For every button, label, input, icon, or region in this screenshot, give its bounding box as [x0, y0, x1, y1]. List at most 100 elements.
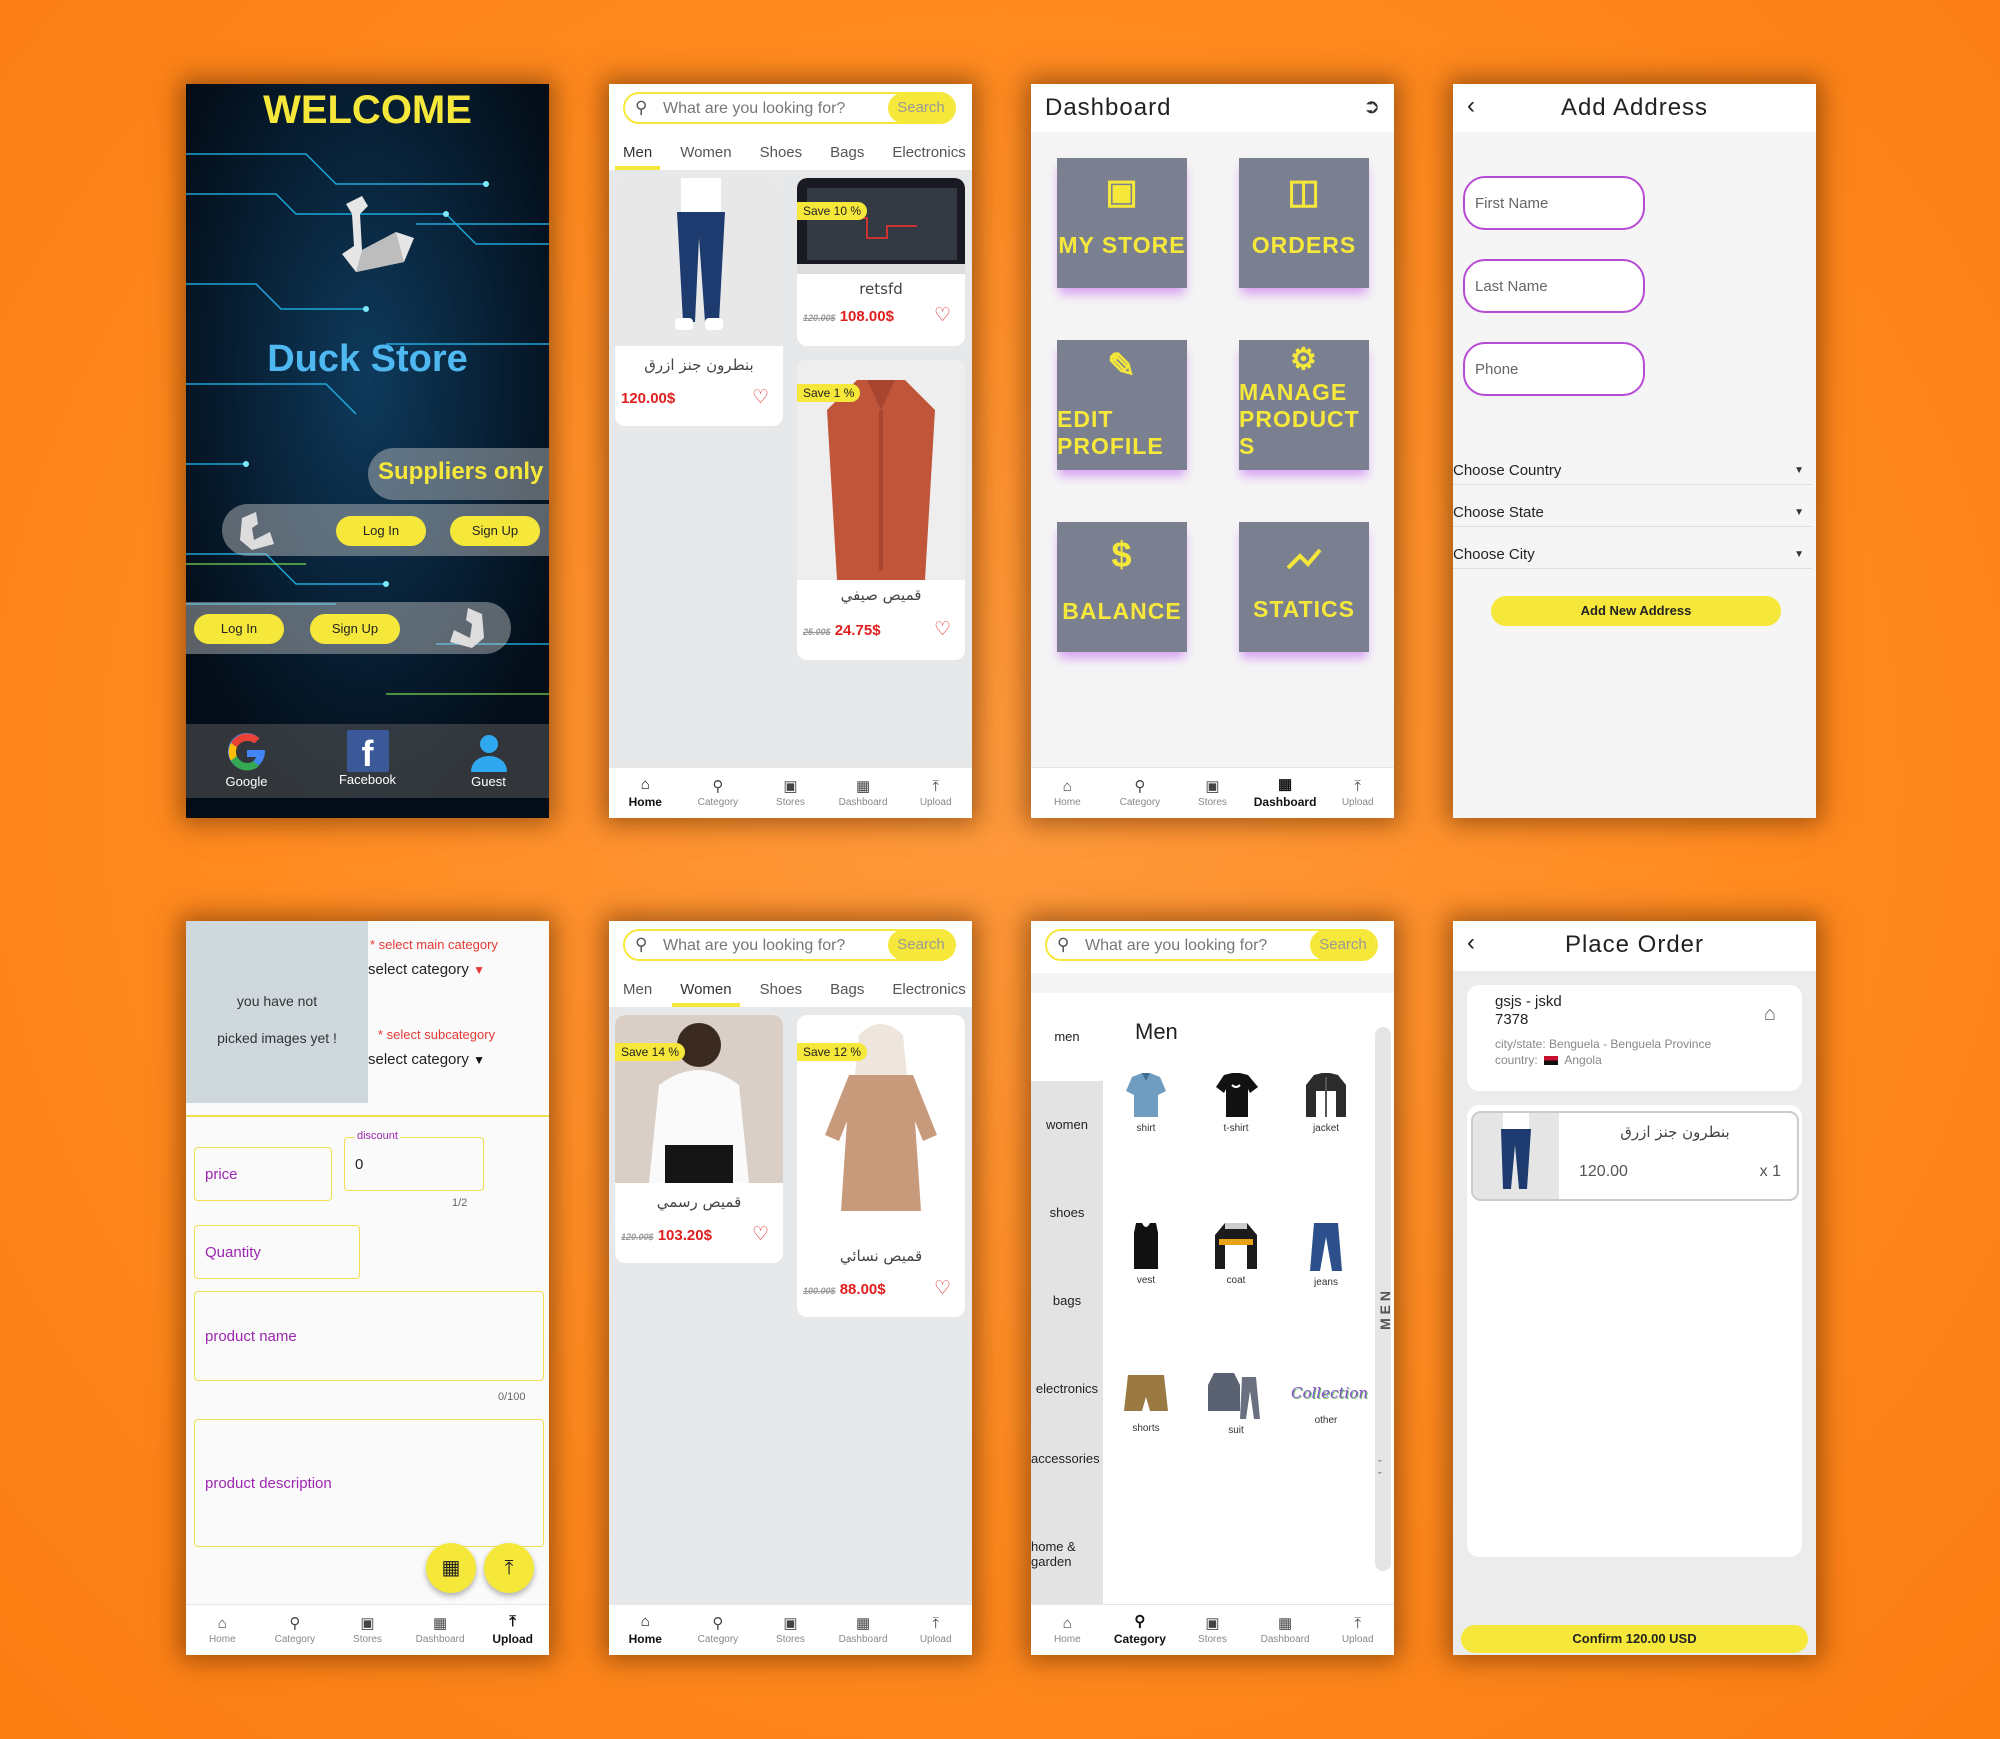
subcat-jeans[interactable]: jeans [1291, 1221, 1361, 1288]
nav-stores[interactable]: ▣ Stores [1176, 1605, 1249, 1655]
nav-category[interactable]: ⚲ Category [1104, 768, 1177, 818]
product-card[interactable]: Save 14 % قميص رسمي 120.00$ 103.20$ ♡ [615, 1015, 783, 1263]
product-card[interactable]: Save 12 % قميص نسائي 100.00$ 88.00$ ♡ [797, 1015, 965, 1317]
sidebar-item-home-garden[interactable]: home & garden [1031, 1539, 1091, 1569]
guest-login[interactable]: Guest [428, 724, 549, 798]
nav-dashboard[interactable]: ▦ Dashboard [827, 768, 900, 818]
search-button[interactable]: Search [1310, 930, 1376, 960]
nav-dashboard[interactable]: ▦ Dashboard [1249, 1605, 1322, 1655]
subcategory-select[interactable]: select category ▼ [368, 1051, 485, 1068]
orders-tile[interactable]: ◫ ORDERS [1239, 158, 1369, 288]
tab-men[interactable]: Men [609, 973, 666, 1007]
nav-category[interactable]: ⚲ Category [1104, 1605, 1177, 1655]
first-name-field[interactable]: First Name [1463, 176, 1645, 230]
upload-icon[interactable]: ⤒ [484, 1543, 534, 1593]
nav-home[interactable]: ⌂ Home [609, 768, 682, 818]
tab-electronics[interactable]: Electronics [878, 136, 972, 170]
nav-dashboard[interactable]: ▦ Dashboard [404, 1605, 477, 1655]
sidebar-item-shoes[interactable]: shoes [1031, 1169, 1103, 1257]
nav-dashboard[interactable]: ▦ Dashboard [827, 1605, 900, 1655]
image-picker-area[interactable]: you have not picked images yet ! [186, 921, 368, 1103]
product-card[interactable]: Save 10 % retsfd 120.00$ 108.00$ ♡ [797, 178, 965, 346]
price-field[interactable]: price [194, 1147, 332, 1201]
nav-category[interactable]: ⚲ Category [682, 1605, 755, 1655]
nav-stores[interactable]: ▣ Stores [754, 768, 827, 818]
subcat-t-shirt[interactable]: t-shirt [1201, 1071, 1271, 1134]
shipping-address-card[interactable]: gsjs - jskd 7378 city/state: Benguela - … [1467, 985, 1802, 1091]
sidebar-item-electronics[interactable]: electronics [1031, 1345, 1103, 1433]
tab-shoes[interactable]: Shoes [746, 136, 817, 170]
phone-field[interactable]: Phone [1463, 342, 1645, 396]
tab-women[interactable]: Women [666, 136, 745, 170]
heart-icon[interactable]: ♡ [752, 386, 769, 409]
heart-icon[interactable]: ♡ [934, 1277, 951, 1300]
discount-field[interactable]: discount 0 [344, 1130, 484, 1191]
tab-men[interactable]: Men [609, 136, 666, 170]
nav-stores[interactable]: ▣ Stores [754, 1605, 827, 1655]
search-button[interactable]: Search [888, 93, 954, 123]
nav-upload[interactable]: ⤒ Upload [1321, 1605, 1394, 1655]
add-new-address-button[interactable]: Add New Address [1491, 596, 1781, 626]
sidebar-item-women[interactable]: women [1031, 1081, 1103, 1169]
nav-upload[interactable]: ⤒ Upload [476, 1605, 549, 1655]
tab-bags[interactable]: Bags [816, 973, 878, 1007]
confirm-order-button[interactable]: Confirm 120.00 USD [1461, 1625, 1808, 1653]
subcat-jacket[interactable]: jacket [1291, 1071, 1361, 1134]
nav-home[interactable]: ⌂ Home [186, 1605, 259, 1655]
search-bar[interactable]: ⚲ What are you looking for? Search [623, 92, 956, 124]
nav-stores[interactable]: ▣ Stores [1176, 768, 1249, 818]
vertical-category-rail[interactable]: M E N ˇˇ [1375, 1027, 1393, 1571]
nav-dashboard[interactable]: ▦ Dashboard [1249, 768, 1322, 818]
logout-icon[interactable]: ➲ [1363, 94, 1380, 119]
nav-upload[interactable]: ⤒ Upload [1321, 768, 1394, 818]
subcat-shirt[interactable]: shirt [1111, 1071, 1181, 1134]
tab-electronics[interactable]: Electronics [878, 973, 972, 1007]
nav-category[interactable]: ⚲ Category [259, 1605, 332, 1655]
balance-tile[interactable]: $ BALANCE [1057, 522, 1187, 652]
statics-tile[interactable]: STATICS [1239, 522, 1369, 652]
subcat-suit[interactable]: suit [1201, 1371, 1271, 1436]
subcat-other[interactable]: Collection other [1291, 1371, 1368, 1426]
sidebar-item-accessories[interactable]: accessories [1031, 1451, 1101, 1466]
order-item[interactable]: بنطرون جنز ازرق 120.00 x 1 [1471, 1111, 1799, 1201]
nav-upload[interactable]: ⤒ Upload [899, 1605, 972, 1655]
search-input[interactable]: What are you looking for? [663, 100, 845, 118]
country-dropdown[interactable]: Choose Country ▼ [1453, 458, 1812, 485]
search-button[interactable]: Search [888, 930, 954, 960]
sidebar-item-bags[interactable]: bags [1031, 1257, 1103, 1345]
heart-icon[interactable]: ♡ [752, 1223, 769, 1246]
product-card[interactable]: Save 1 % قميص صيفي 25.00$ 24.75$ ♡ [797, 360, 965, 660]
nav-home[interactable]: ⌂ Home [1031, 768, 1104, 818]
state-dropdown[interactable]: Choose State ▼ [1453, 500, 1812, 527]
search-bar[interactable]: ⚲ What are you looking for? Search [1045, 929, 1378, 961]
nav-home[interactable]: ⌂ Home [609, 1605, 682, 1655]
search-input[interactable]: What are you looking for? [663, 937, 845, 955]
heart-icon[interactable]: ♡ [934, 618, 951, 641]
product-description-field[interactable]: product description [194, 1419, 544, 1547]
edit-profile-tile[interactable]: ✎ EDIT PROFILE [1057, 340, 1187, 470]
subcat-shorts[interactable]: shorts [1111, 1371, 1181, 1434]
product-name-field[interactable]: product name [194, 1291, 544, 1381]
tab-shoes[interactable]: Shoes [746, 973, 817, 1007]
tab-women[interactable]: Women [666, 973, 745, 1007]
nav-upload[interactable]: ⤒ Upload [899, 768, 972, 818]
nav-stores[interactable]: ▣ Stores [331, 1605, 404, 1655]
sidebar-item-men[interactable]: men [1031, 993, 1103, 1081]
nav-home[interactable]: ⌂ Home [1031, 1605, 1104, 1655]
heart-icon[interactable]: ♡ [934, 304, 951, 327]
supplier-login-button[interactable]: Log In [336, 516, 426, 546]
google-login[interactable]: Google [186, 724, 307, 798]
pick-images-icon[interactable]: ▦ [426, 1543, 476, 1593]
city-dropdown[interactable]: Choose City ▼ [1453, 542, 1812, 569]
search-input[interactable]: What are you looking for? [1085, 937, 1267, 955]
customer-login-button[interactable]: Log In [194, 614, 284, 644]
last-name-field[interactable]: Last Name [1463, 259, 1645, 313]
facebook-login[interactable]: f Facebook [307, 724, 428, 798]
subcat-vest[interactable]: vest [1111, 1221, 1181, 1286]
quantity-field[interactable]: Quantity [194, 1225, 360, 1279]
supplier-signup-button[interactable]: Sign Up [450, 516, 540, 546]
main-category-select[interactable]: select category ▼ [368, 961, 485, 978]
customer-signup-button[interactable]: Sign Up [310, 614, 400, 644]
my-store-tile[interactable]: ▣ MY STORE [1057, 158, 1187, 288]
tab-bags[interactable]: Bags [816, 136, 878, 170]
